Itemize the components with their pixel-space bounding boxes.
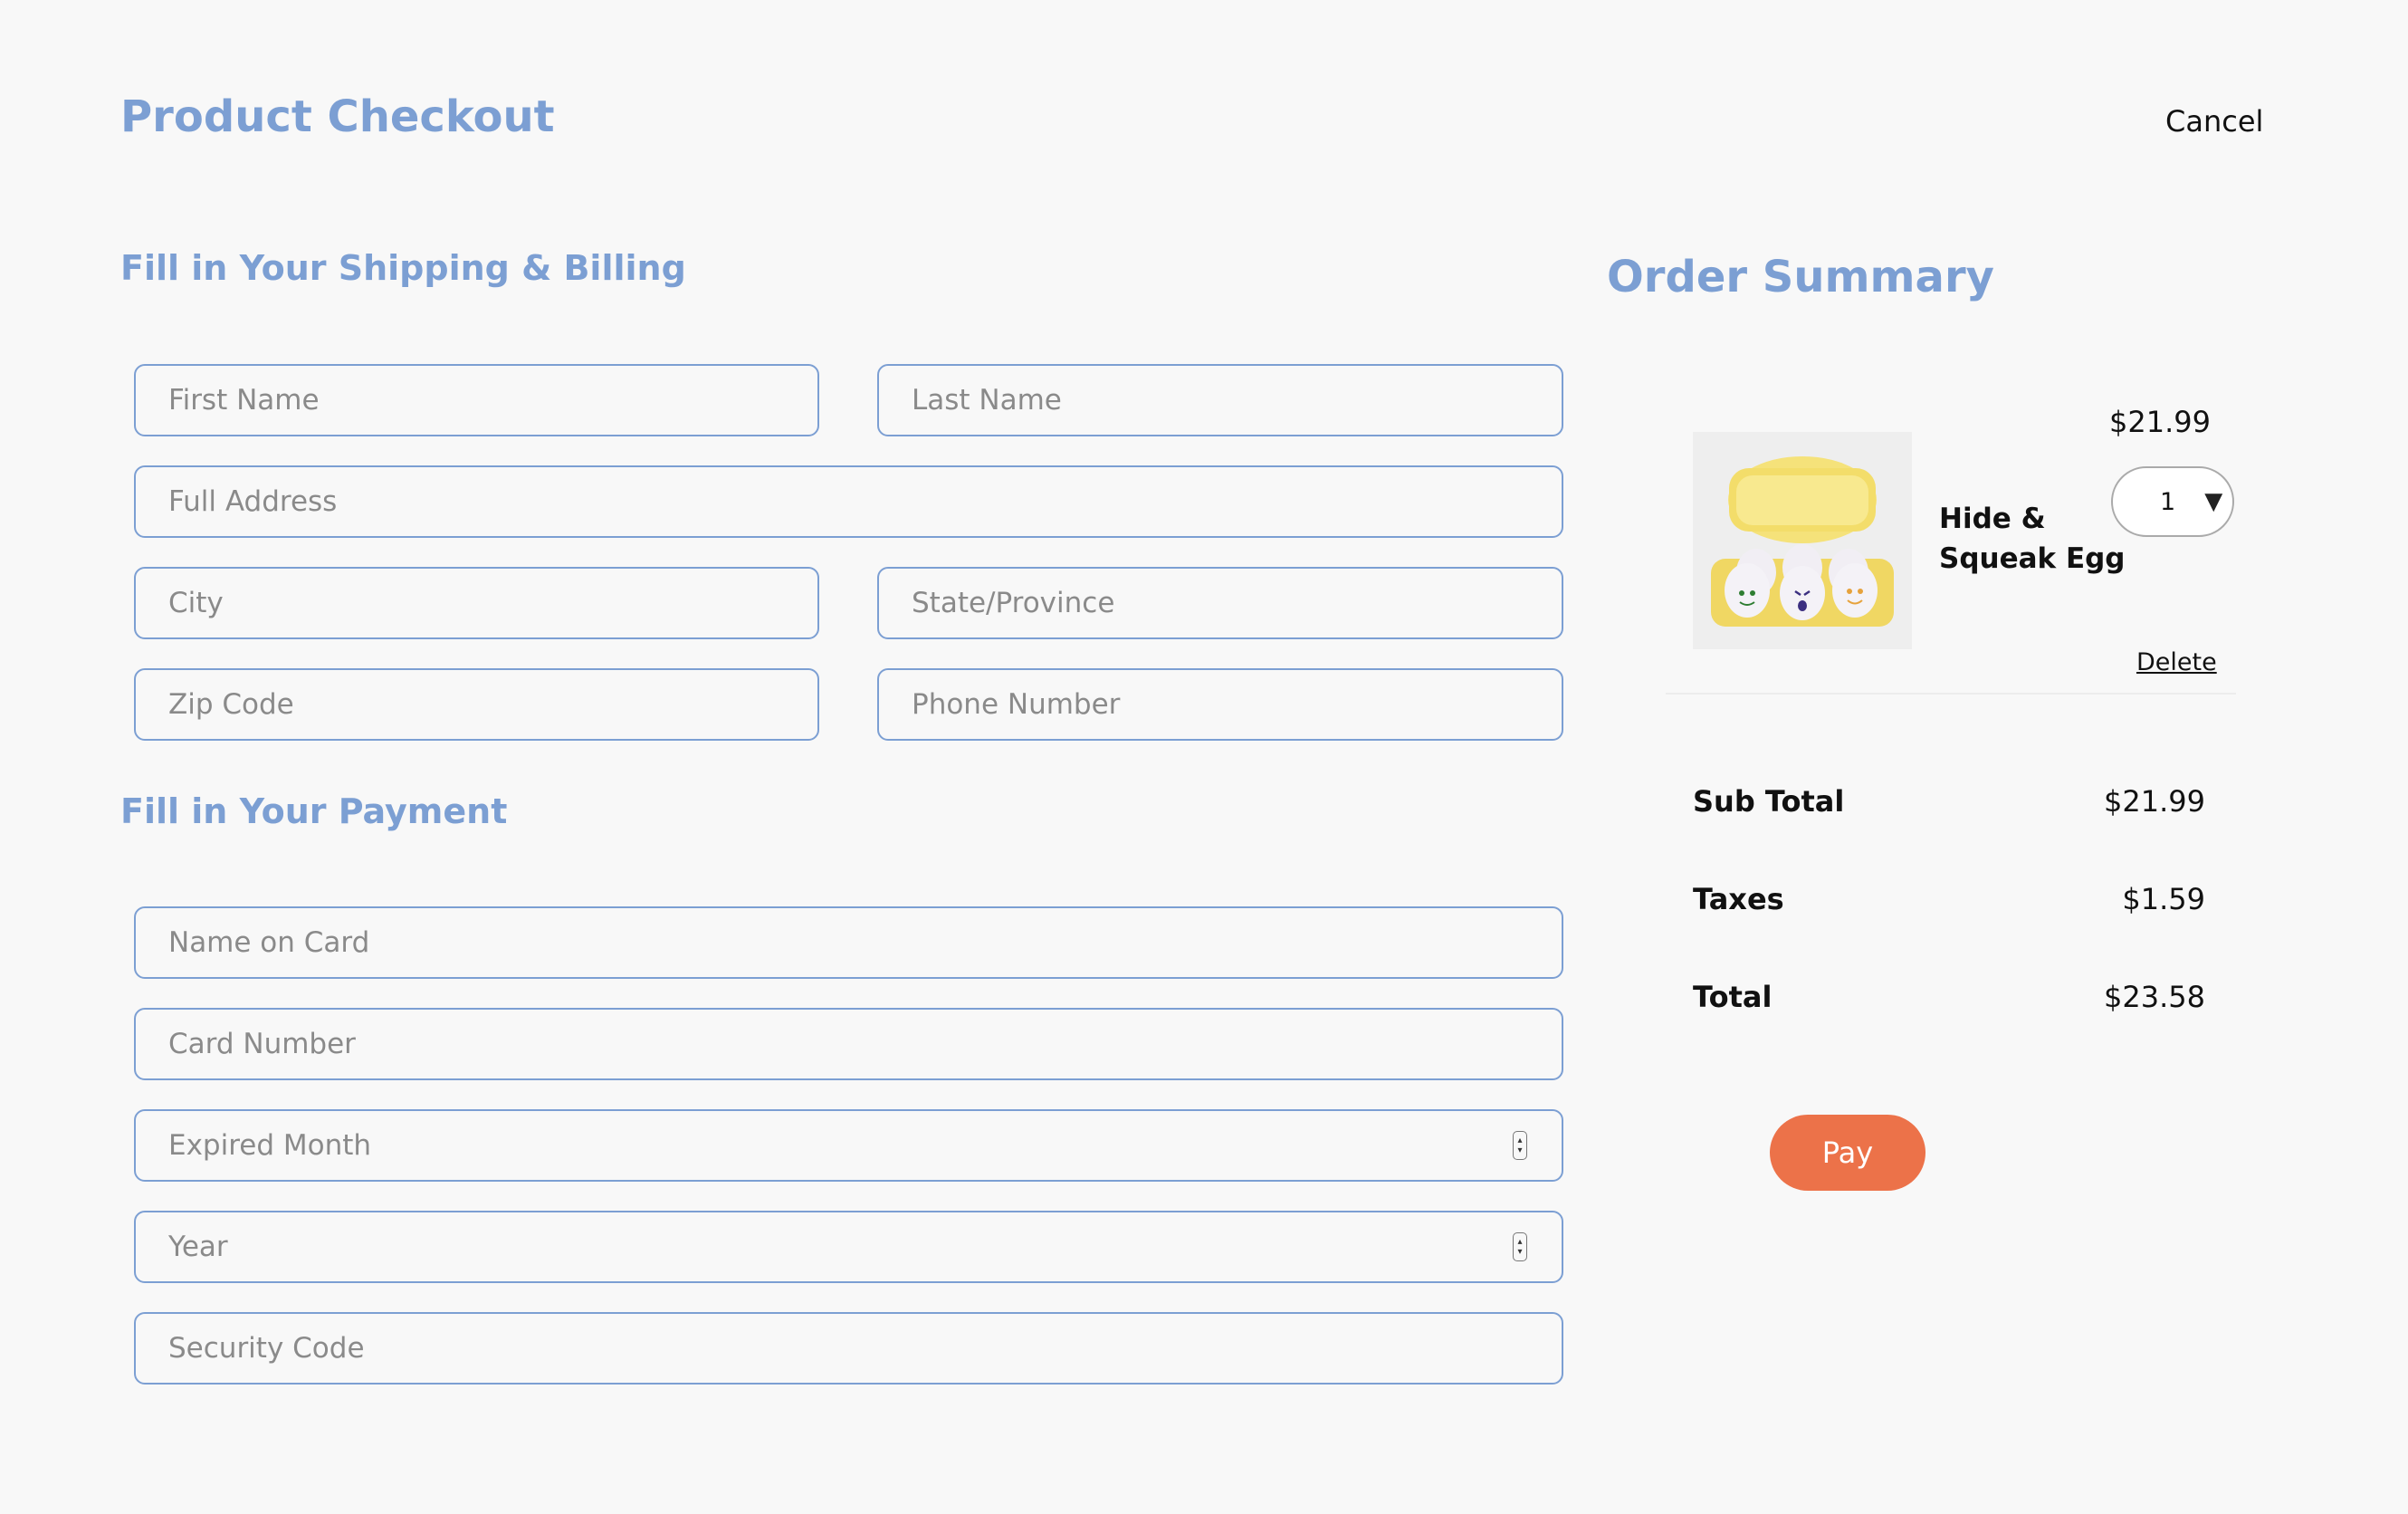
last-name-field[interactable] xyxy=(877,364,1563,436)
number-spinner-icon[interactable]: ▴ ▾ xyxy=(1513,1131,1527,1160)
phone-number-field[interactable] xyxy=(877,668,1563,741)
egg-carton-toy-image xyxy=(1693,432,1912,649)
payment-section-title: Fill in Your Payment xyxy=(120,791,508,831)
name-on-card-input[interactable] xyxy=(167,925,1562,960)
state-field[interactable] xyxy=(877,567,1563,639)
total-value: $23.58 xyxy=(2104,980,2205,1014)
phone-number-input[interactable] xyxy=(910,687,1562,722)
total-label: Total xyxy=(1693,980,1773,1014)
state-input[interactable] xyxy=(910,586,1562,620)
subtotal-value: $21.99 xyxy=(2104,784,2205,819)
pay-button[interactable]: Pay xyxy=(1770,1115,1925,1191)
product-name: Hide & Squeak Egg xyxy=(1939,499,2126,579)
product-name-line-1: Hide & xyxy=(1939,503,2046,535)
taxes-value: $1.59 xyxy=(2122,882,2205,916)
cancel-link[interactable]: Cancel xyxy=(2165,101,2263,141)
first-name-field[interactable] xyxy=(134,364,819,436)
subtotal-label: Sub Total xyxy=(1693,784,1845,819)
shipping-section-title: Fill in Your Shipping & Billing xyxy=(120,248,686,288)
product-name-line-2: Squeak Egg xyxy=(1939,542,2126,575)
quantity-value: 1 xyxy=(2160,487,2176,516)
order-summary-title: Order Summary xyxy=(1607,252,1994,302)
dropdown-arrow-icon: ▼ xyxy=(2204,488,2223,515)
security-code-field[interactable] xyxy=(134,1312,1563,1385)
zip-code-input[interactable] xyxy=(167,687,817,722)
year-input[interactable] xyxy=(167,1230,1562,1264)
year-field[interactable]: ▴▾ xyxy=(134,1211,1563,1283)
full-address-field[interactable] xyxy=(134,465,1563,538)
security-code-input[interactable] xyxy=(167,1331,1562,1365)
last-name-input[interactable] xyxy=(910,383,1562,417)
taxes-label: Taxes xyxy=(1693,882,1784,916)
zip-code-field[interactable] xyxy=(134,668,819,741)
number-spinner-icon[interactable]: ▴ ▾ xyxy=(1513,1232,1527,1261)
card-number-field[interactable] xyxy=(134,1008,1563,1080)
delete-item-link[interactable]: Delete xyxy=(2136,646,2217,680)
city-field[interactable] xyxy=(134,567,819,639)
name-on-card-field[interactable] xyxy=(134,906,1563,979)
summary-divider xyxy=(1666,693,2236,695)
first-name-input[interactable] xyxy=(167,383,817,417)
city-input[interactable] xyxy=(167,586,817,620)
expired-month-field[interactable]: ▴▾ xyxy=(134,1109,1563,1182)
quantity-select[interactable]: 1 ▼ xyxy=(2111,466,2234,537)
page-title: Product Checkout xyxy=(120,91,555,142)
expired-month-input[interactable] xyxy=(167,1128,1562,1163)
full-address-input[interactable] xyxy=(167,484,1562,519)
card-number-input[interactable] xyxy=(167,1027,1562,1061)
item-price: $21.99 xyxy=(2109,405,2211,439)
